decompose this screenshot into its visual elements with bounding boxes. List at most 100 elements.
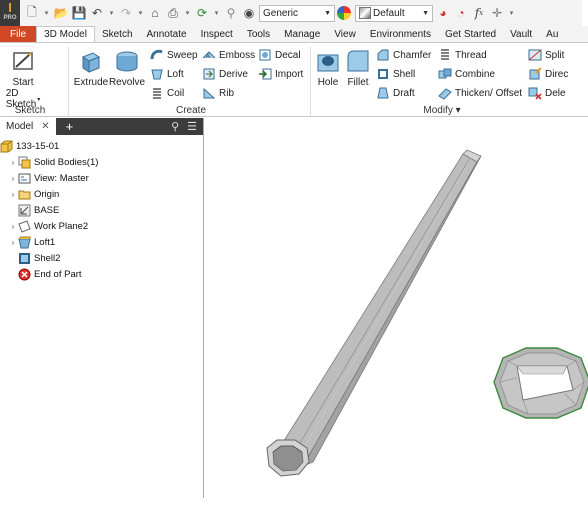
appearance-color-icon[interactable] <box>337 6 351 20</box>
clear-appearance-icon[interactable]: ◔ <box>453 5 469 21</box>
rib-button[interactable]: Rib <box>202 86 234 100</box>
redo-dropdown-icon[interactable]: ▾ <box>136 5 145 21</box>
tab-tools[interactable]: Tools <box>240 26 277 42</box>
tab-3d-model[interactable]: 3D Model <box>36 26 95 42</box>
home-icon[interactable]: ⌂ <box>147 5 163 21</box>
redo-icon[interactable]: ↷ <box>118 5 134 21</box>
update-icon[interactable]: ⟳ <box>194 5 210 21</box>
tab-manage[interactable]: Manage <box>277 26 327 42</box>
tree-item-view-master[interactable]: › View: Master <box>0 170 203 186</box>
search-icon[interactable]: ⚲ <box>171 120 179 133</box>
sweep-button[interactable]: Sweep <box>150 48 198 62</box>
direct-label: Direc <box>545 68 569 80</box>
expand-icon[interactable]: › <box>8 158 18 167</box>
tab-get-started[interactable]: Get Started <box>438 26 503 42</box>
emboss-button[interactable]: A Emboss <box>202 48 255 62</box>
new-dropdown-icon[interactable]: ▾ <box>42 5 51 21</box>
section-end-view[interactable] <box>493 347 588 419</box>
customize-dropdown-icon[interactable]: ▾ <box>507 5 516 21</box>
shell-button[interactable]: Shell <box>376 67 415 81</box>
revolve-icon <box>116 51 138 72</box>
panel-label-modify[interactable]: Modify ▾ <box>412 105 472 116</box>
panel-divider <box>68 47 69 117</box>
tree-item-end-of-part[interactable]: End of Part <box>0 266 203 282</box>
part-icon <box>0 140 13 152</box>
menu-icon[interactable]: ☰ <box>187 120 197 133</box>
browser-tab-model[interactable]: Model ✕ <box>0 118 56 135</box>
thread-button[interactable]: Thread <box>438 48 487 62</box>
add-tab-icon[interactable]: + <box>66 119 74 134</box>
save-icon[interactable]: 💾 <box>71 5 87 21</box>
print-dropdown-icon[interactable]: ▾ <box>183 5 192 21</box>
fillet-button[interactable]: Fillet <box>344 47 372 88</box>
open-icon[interactable]: 📂 <box>53 5 69 21</box>
tab-inspect[interactable]: Inspect <box>194 26 240 42</box>
decal-label: Decal <box>275 49 301 61</box>
revolve-button[interactable]: Revolve <box>108 47 146 88</box>
close-icon[interactable]: ✕ <box>41 121 49 132</box>
solid-bodies-icon <box>18 156 31 168</box>
tree-item-base[interactable]: BASE <box>0 202 203 218</box>
loft-icon <box>151 69 163 80</box>
update-dropdown-icon[interactable]: ▾ <box>212 5 221 21</box>
tree-item-label: End of Part <box>34 268 82 280</box>
combine-button[interactable]: Combine <box>438 67 495 81</box>
loft-label: Loft <box>167 68 184 80</box>
delete-face-button[interactable]: Dele <box>528 86 566 100</box>
material-dropdown[interactable]: Generic ▼ <box>259 4 335 22</box>
undo-dropdown-icon[interactable]: ▾ <box>107 5 116 21</box>
globe-icon[interactable]: ◉ <box>241 5 257 21</box>
decal-button[interactable]: Decal <box>258 48 301 62</box>
tree-item-work-plane2[interactable]: › Work Plane2 <box>0 218 203 234</box>
loft-icon <box>18 236 31 248</box>
tab-annotate[interactable]: Annotate <box>140 26 194 42</box>
expand-icon[interactable]: › <box>8 238 18 247</box>
tab-view[interactable]: View <box>327 26 363 42</box>
loft-button[interactable]: Loft <box>150 67 184 81</box>
tab-vault[interactable]: Vault <box>503 26 539 42</box>
revolve-label: Revolve <box>108 77 146 88</box>
tree-item-solid-bodies[interactable]: › Solid Bodies(1) <box>0 154 203 170</box>
loft-body[interactable] <box>266 149 482 477</box>
import-button[interactable]: Import <box>258 67 303 81</box>
logo-sub: PRO <box>3 15 17 21</box>
panel-label-create: Create <box>175 105 206 116</box>
extrude-button[interactable]: Extrude <box>74 47 108 88</box>
tab-autodesk[interactable]: Au <box>539 26 565 42</box>
folder-icon <box>18 190 31 199</box>
hole-button[interactable]: Hole <box>314 47 342 88</box>
expand-icon[interactable]: › <box>8 222 18 231</box>
tree-item-origin[interactable]: › Origin <box>0 186 203 202</box>
derive-button[interactable]: Derive <box>202 67 248 81</box>
draft-button[interactable]: Draft <box>376 86 415 100</box>
coil-button[interactable]: Coil <box>150 86 184 100</box>
crosshair-icon[interactable]: ✛ <box>489 5 505 21</box>
expand-icon[interactable]: › <box>8 190 18 199</box>
direct-button[interactable]: Direc <box>528 67 568 81</box>
tab-environments[interactable]: Environments <box>363 26 438 42</box>
browser-tab-bar: Model ✕ + ⚲ ☰ <box>0 118 203 135</box>
coil-icon <box>153 88 161 99</box>
chamfer-button[interactable]: Chamfer <box>376 48 431 62</box>
adjust-icon[interactable]: ◕ <box>435 5 451 21</box>
undo-icon[interactable]: ↶ <box>89 5 105 21</box>
app-logo[interactable]: I PRO <box>0 0 20 26</box>
tab-sketch[interactable]: Sketch <box>95 26 140 42</box>
graphics-viewport[interactable] <box>205 118 588 516</box>
expand-icon[interactable]: › <box>8 174 18 183</box>
select-icon[interactable]: ⚲ <box>223 5 239 21</box>
new-icon[interactable]: 🗋 <box>24 5 40 21</box>
fx-icon[interactable]: fx <box>471 5 487 21</box>
split-button[interactable]: Split <box>528 48 564 62</box>
print-icon[interactable]: ⎙ <box>165 5 181 21</box>
thicken-offset-button[interactable]: Thicken/ Offset <box>438 86 522 100</box>
appearance-dropdown[interactable]: Default ▼ <box>355 4 433 22</box>
view-icon <box>18 173 31 183</box>
draft-label: Draft <box>393 87 415 99</box>
tree-item-shell2[interactable]: Shell2 <box>0 250 203 266</box>
appearance-value: Default <box>373 7 405 19</box>
tree-item-loft1[interactable]: › Loft1 <box>0 234 203 250</box>
tab-file[interactable]: File <box>0 26 37 42</box>
start-sketch-button[interactable]: Start 2D Sketch ▾ <box>6 47 40 110</box>
tree-item-part[interactable]: 133-15-01 <box>0 138 203 154</box>
